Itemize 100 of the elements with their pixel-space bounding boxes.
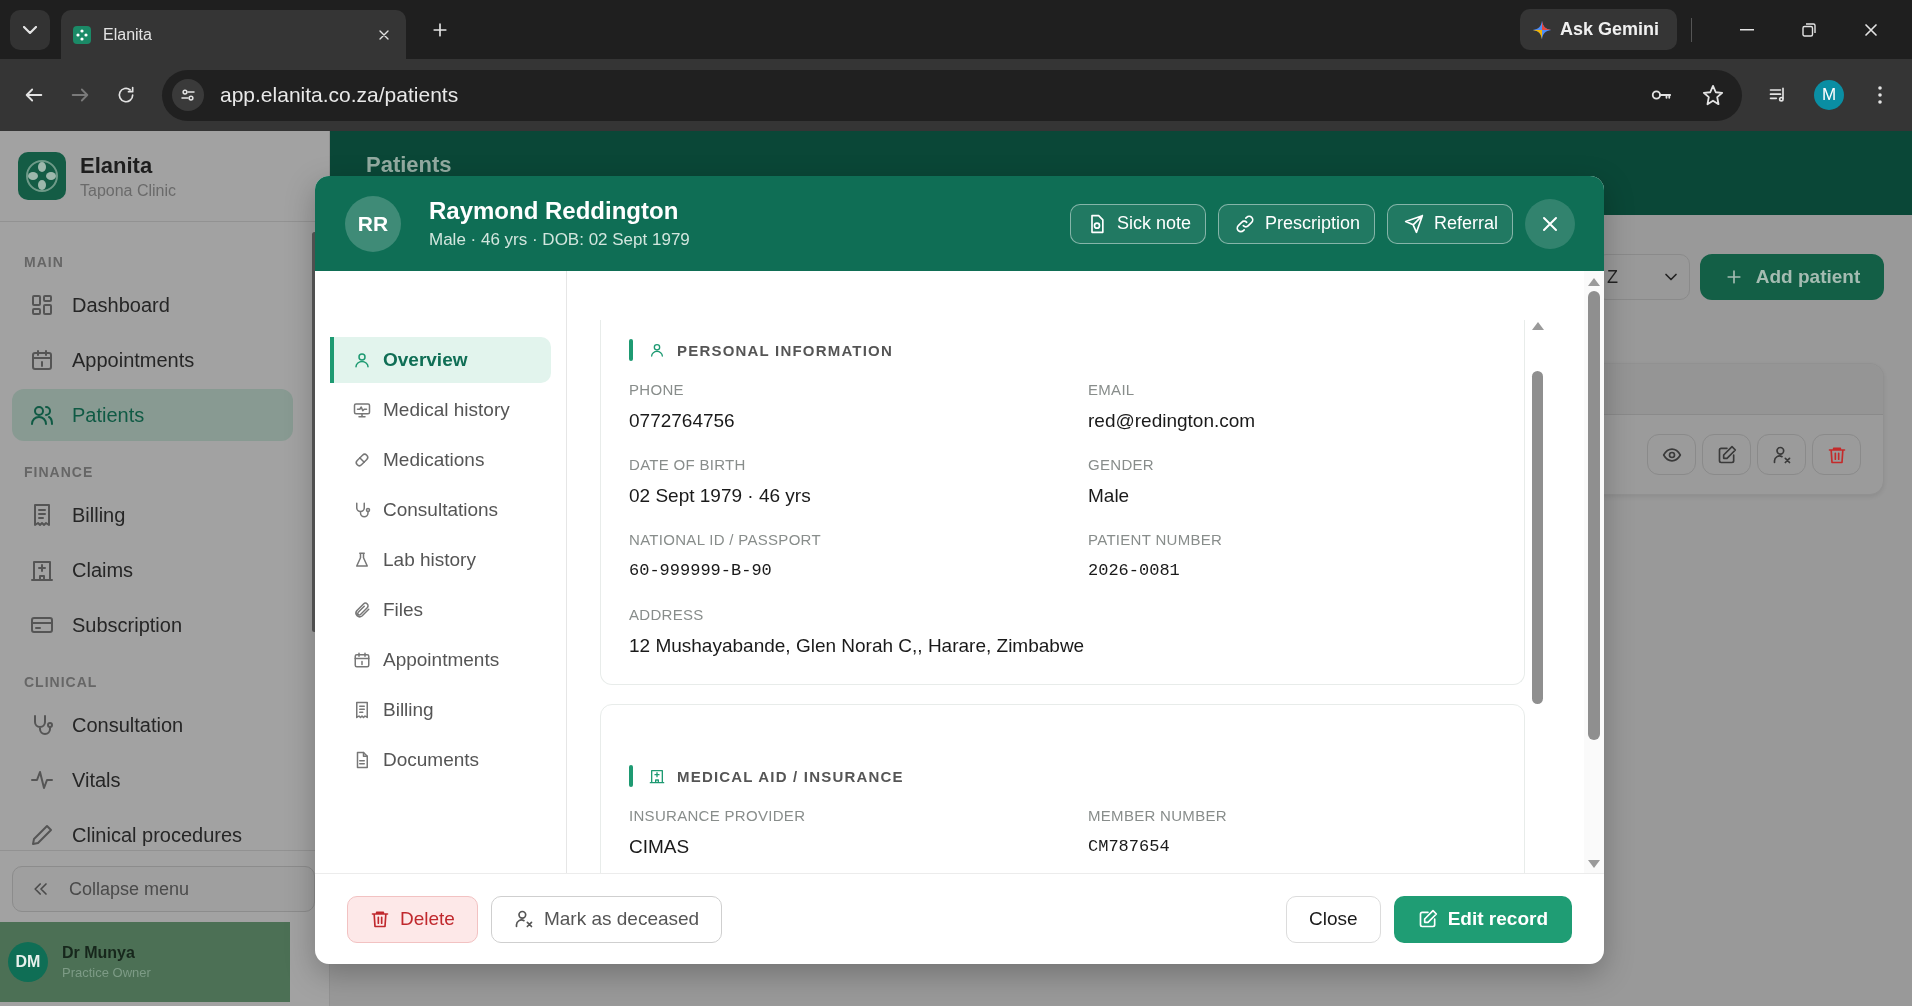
- field-value: 2026-0081: [1088, 560, 1181, 582]
- nav-tab[interactable]: Consultations: [330, 487, 551, 533]
- patient-avatar: RR: [345, 195, 401, 252]
- field-value: CM787654: [1088, 836, 1171, 858]
- section-label: FINANCE: [24, 464, 95, 481]
- nav-tab[interactable]: Billing: [330, 687, 551, 733]
- header-action-button[interactable]: Referral: [1386, 203, 1513, 244]
- delete-button[interactable]: Delete: [347, 895, 478, 943]
- nav-tab[interactable]: Documents: [330, 737, 551, 783]
- section-label: MAIN: [24, 254, 65, 271]
- sliders-icon: [179, 86, 197, 104]
- profile-avatar[interactable]: M: [1814, 80, 1844, 110]
- address-bar[interactable]: app.elanita.co.za/patients: [162, 69, 1742, 121]
- app-name: Elanita: [80, 152, 154, 179]
- scroll-down-icon[interactable]: [1587, 859, 1601, 869]
- sidebar-item[interactable]: Vitals: [12, 754, 293, 806]
- scrollbar-thumb[interactable]: [1532, 371, 1543, 704]
- section-label: CLINICAL: [24, 674, 99, 691]
- pen-icon: [30, 823, 54, 847]
- reload-icon: [116, 85, 136, 105]
- sidebar-item[interactable]: Billing: [12, 489, 293, 541]
- logo-icon: [18, 152, 66, 200]
- favicon-icon: [73, 25, 91, 44]
- field-value: red@redington.com: [1088, 409, 1257, 433]
- nav-tab[interactable]: Medications: [330, 437, 551, 483]
- nav-tab[interactable]: Medical history: [330, 387, 551, 433]
- sidebar-item[interactable]: Clinical procedures: [12, 809, 293, 850]
- edit-record-button[interactable]: Edit record: [1393, 895, 1572, 943]
- field-label: DATE OF BIRTH: [629, 456, 747, 474]
- trash-icon: [370, 909, 390, 929]
- user-avatar: DM: [8, 942, 48, 982]
- send-icon: [1403, 213, 1424, 234]
- add-patient-button[interactable]: Add patient: [1700, 254, 1884, 300]
- sidebar-item[interactable]: Claims: [12, 544, 293, 596]
- hospital-icon: [649, 768, 665, 784]
- nav-tab[interactable]: Appointments: [330, 637, 551, 683]
- user-name: Dr Munya: [62, 944, 136, 962]
- link-icon: [1234, 213, 1255, 234]
- sidebar-item[interactable]: Consultation: [12, 699, 293, 751]
- header-action-button[interactable]: Sick note: [1069, 203, 1206, 244]
- restore-icon: [1802, 22, 1816, 37]
- nav-tab[interactable]: Files: [330, 587, 551, 633]
- sidebar-item[interactable]: Subscription: [12, 599, 293, 651]
- star-icon: [1702, 84, 1724, 106]
- collapse-menu-button[interactable]: Collapse menu: [12, 866, 315, 912]
- accent-bar: [629, 765, 633, 787]
- scrollbar-thumb[interactable]: [1588, 291, 1600, 740]
- close-button[interactable]: [1525, 198, 1575, 249]
- field-label: EMAIL: [1088, 381, 1136, 399]
- field-value: 02 Sept 1979 · 46 yrs: [629, 484, 812, 508]
- hospital-icon: [30, 558, 54, 582]
- browser-tab[interactable]: Elanita: [61, 10, 406, 59]
- accent-bar: [629, 339, 633, 361]
- field-label: PATIENT NUMBER: [1088, 531, 1224, 549]
- field-label: GENDER: [1088, 456, 1155, 474]
- receipt-icon: [353, 701, 371, 719]
- nav-tab[interactable]: Lab history: [330, 537, 551, 583]
- field-label: MEMBER NUMBER: [1088, 807, 1228, 825]
- footer-button[interactable]: Mark as deceased: [490, 895, 723, 943]
- nav-tab[interactable]: Overview: [330, 337, 551, 383]
- site-info-button[interactable]: [172, 79, 204, 111]
- person-icon: [649, 342, 665, 358]
- field-value: CIMAS: [629, 835, 691, 859]
- field-label: PHONE: [629, 381, 685, 399]
- calendar-icon: [30, 348, 54, 372]
- section-title: PERSONAL INFORMATION: [677, 341, 893, 359]
- pill-icon: [353, 451, 371, 469]
- scroll-up-icon[interactable]: [1587, 277, 1601, 287]
- edit-button[interactable]: [1702, 434, 1751, 475]
- field-value: 12 Mushayabande, Glen Norah C,, Harare, Zimbabwe: [629, 634, 1086, 658]
- chevron-down-icon: [23, 25, 37, 34]
- field-label: ADDRESS: [629, 606, 705, 624]
- flask-icon: [353, 551, 371, 569]
- menu-icon: [1878, 86, 1882, 104]
- field-label: INSURANCE PROVIDER: [629, 807, 807, 825]
- minimize-icon: [1740, 28, 1754, 31]
- sidebar-item[interactable]: Appointments: [12, 334, 293, 386]
- field-value: Male: [1088, 484, 1131, 508]
- ask-gemini-button[interactable]: Ask Gemini: [1519, 9, 1677, 50]
- mark-deceased-button[interactable]: [1757, 434, 1806, 475]
- header-action-button[interactable]: Prescription: [1217, 203, 1375, 244]
- footer-button[interactable]: Close: [1286, 895, 1381, 943]
- grid-icon: [30, 293, 54, 317]
- paperclip-icon: [353, 601, 371, 619]
- person-icon: [353, 351, 371, 369]
- url-text: app.elanita.co.za/patients: [220, 83, 459, 107]
- stethoscope-icon: [353, 501, 371, 519]
- pulse-icon: [30, 768, 54, 792]
- tab-search-button[interactable]: [10, 9, 50, 50]
- field-label: NATIONAL ID / PASSPORT: [629, 531, 822, 549]
- field-value: 60-999999-B-90: [629, 560, 773, 582]
- bookmark-button[interactable]: [1702, 84, 1724, 106]
- people-icon: [30, 403, 54, 427]
- tab-title: Elanita: [103, 25, 153, 44]
- view-button[interactable]: [1647, 434, 1696, 475]
- sidebar-item[interactable]: Dashboard: [12, 279, 293, 331]
- calendar-icon: [353, 651, 371, 669]
- section-title: MEDICAL AID / INSURANCE: [677, 767, 904, 785]
- patient-summary: Male · 46 yrs · DOB: 02 Sept 1979: [429, 230, 690, 250]
- scroll-up-icon[interactable]: [1531, 321, 1545, 331]
